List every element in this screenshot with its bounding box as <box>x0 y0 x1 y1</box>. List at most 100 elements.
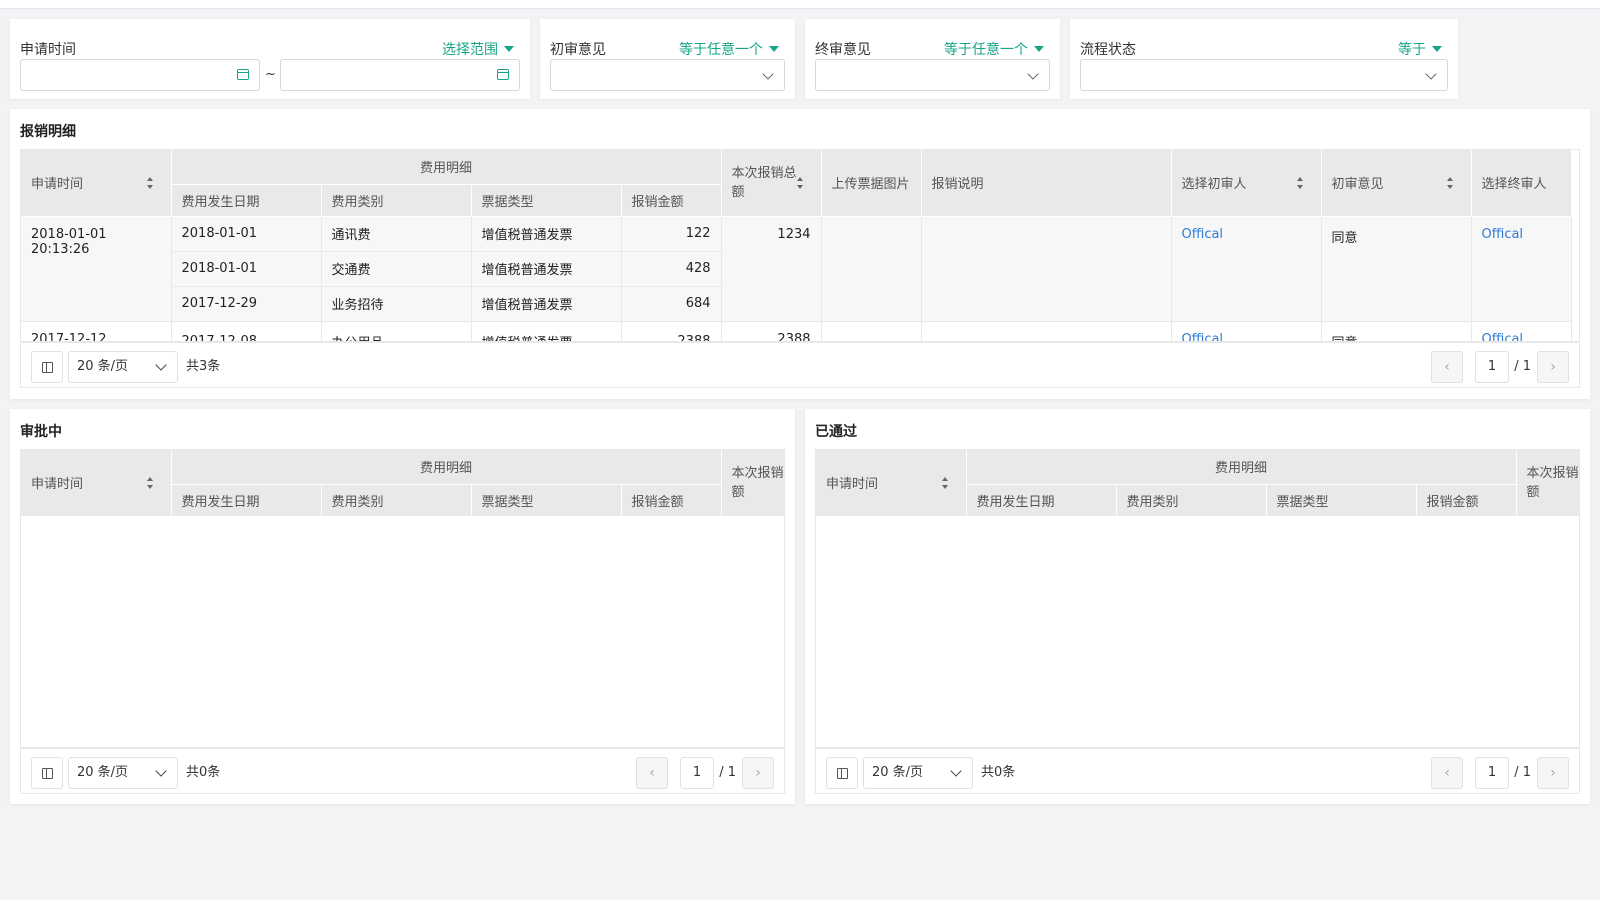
filter-label: 流程状态 <box>1080 42 1136 58</box>
col-final-reviewer: 选择终审人 <box>1471 150 1572 217</box>
sort-icon[interactable] <box>1296 176 1303 189</box>
column-settings-button[interactable] <box>826 757 858 789</box>
col-label: 本次报销额 <box>731 465 784 500</box>
sort-icon[interactable] <box>796 176 803 189</box>
col-label: 选择初审人 <box>1181 177 1247 193</box>
col-apply-time[interactable]: 申请时间 <box>816 450 967 517</box>
col-apply-time[interactable]: 申请时间 <box>21 450 172 517</box>
page-size-select[interactable]: 20 条/页 <box>863 757 973 789</box>
cell-final-reviewer-link[interactable]: Offical <box>1471 321 1572 341</box>
col-expense-type: 费用类别 <box>321 484 472 517</box>
approved-table-container[interactable]: 申请时间 费用明细 本次报销额 费用发生日期 费用类别 票据类型 报销金额 <box>815 449 1580 748</box>
filter-operator-dropdown[interactable]: 等于任意一个 <box>944 39 1044 59</box>
next-page-button[interactable]: › <box>1537 757 1569 789</box>
column-settings-button[interactable] <box>31 757 63 789</box>
cell-first-opinion: 同意 <box>1321 321 1472 341</box>
table-row[interactable]: 2018-01-01 20:13:26 2018-01-01 通讯费 增值税普通… <box>21 216 1572 322</box>
col-total[interactable]: 本次报销总额 <box>721 150 822 217</box>
cell-first-reviewer-link[interactable]: Offical <box>1171 321 1322 341</box>
col-label: 申请时间 <box>826 477 879 493</box>
filter-apply-time: 申请时间 选择范围 ~ <box>10 19 530 99</box>
col-expense-date: 费用发生日期 <box>966 484 1117 517</box>
section-title: 审批中 <box>20 424 62 440</box>
col-amount: 报销金额 <box>621 484 722 517</box>
filter-label: 申请时间 <box>20 42 76 58</box>
filter-process-status: 流程状态 等于 <box>1070 19 1458 99</box>
filter-operator-dropdown[interactable]: 选择范围 <box>442 39 514 59</box>
col-expense-detail: 费用明细 <box>966 450 1517 485</box>
page-size-label: 20 条/页 <box>872 765 924 780</box>
prev-page-button[interactable]: ‹ <box>1431 351 1463 383</box>
filter-operator-dropdown[interactable]: 等于任意一个 <box>679 39 779 59</box>
col-invoice-type: 票据类型 <box>1266 484 1417 517</box>
filter-operator-dropdown[interactable]: 等于 <box>1398 39 1442 59</box>
columns-icon <box>42 362 53 373</box>
col-apply-time[interactable]: 申请时间 <box>21 150 172 217</box>
cell-expense-type: 交通费 <box>321 251 472 287</box>
col-expense-type: 费用类别 <box>321 184 472 217</box>
col-invoice-type: 票据类型 <box>471 184 622 217</box>
caret-down-icon <box>504 46 514 52</box>
caret-down-icon <box>1432 46 1442 52</box>
chevron-left-icon: ‹ <box>649 765 655 781</box>
current-page-input[interactable]: 1 <box>1475 757 1509 789</box>
current-page-input[interactable]: 1 <box>680 757 714 789</box>
cell-expense-date: 2017-12-08 <box>171 321 322 341</box>
col-amount: 报销金额 <box>1416 484 1517 517</box>
table-row[interactable]: 2017-12-12 20:00:17 2017-12-08 办公用品 增值税普… <box>21 321 1572 341</box>
approved-panel: 已通过 申请时间 费用明细 本次报销额 费用发生日期 费用类别 票据类型 报销金… <box>805 409 1590 804</box>
cell-expense-date: 2017-12-29 <box>171 286 322 322</box>
filter-operator-label: 等于任意一个 <box>679 42 763 58</box>
caret-down-icon <box>769 46 779 52</box>
total-count: 共0条 <box>186 765 221 780</box>
chevron-down-icon <box>1027 68 1039 80</box>
col-label: 初审意见 <box>1331 177 1384 193</box>
cell-expense-type: 业务招待 <box>321 286 472 322</box>
start-date-input[interactable] <box>20 59 260 91</box>
col-first-opinion[interactable]: 初审意见 <box>1321 150 1472 217</box>
section-title: 报销明细 <box>20 124 76 140</box>
sort-icon[interactable] <box>1446 176 1453 189</box>
first-opinion-select[interactable] <box>550 59 785 91</box>
pending-panel: 审批中 申请时间 费用明细 本次报销额 费用发生日期 费用类别 票据类型 报销金… <box>10 409 795 804</box>
page-size-select[interactable]: 20 条/页 <box>68 757 178 789</box>
detail-table-container[interactable]: 申请时间 费用明细 本次报销总额 上传票据图片 报销说明 选择初审人 初审意见 … <box>20 149 1580 342</box>
calendar-icon[interactable] <box>237 69 249 80</box>
detail-table: 申请时间 费用明细 本次报销总额 上传票据图片 报销说明 选择初审人 初审意见 … <box>21 150 1572 341</box>
sort-icon[interactable] <box>941 476 948 489</box>
next-page-button[interactable]: › <box>742 757 774 789</box>
cell-expense-type: 通讯费 <box>321 216 472 252</box>
page-size-select[interactable]: 20 条/页 <box>68 351 178 383</box>
cell-final-reviewer-link[interactable]: Offical <box>1471 216 1572 322</box>
column-settings-button[interactable] <box>31 351 63 383</box>
col-expense-detail: 费用明细 <box>171 150 722 185</box>
process-status-select[interactable] <box>1080 59 1448 91</box>
detail-panel: 报销明细 申请时间 费用明细 本次报销总额 上传票据图片 报销说明 选择初审人 … <box>10 109 1590 399</box>
filter-label: 初审意见 <box>550 42 606 58</box>
col-amount: 报销金额 <box>621 184 722 217</box>
prev-page-button[interactable]: ‹ <box>636 757 668 789</box>
chevron-right-icon: › <box>755 765 761 781</box>
cell-first-reviewer-link[interactable]: Offical <box>1171 216 1322 322</box>
cell-expense-date: 2018-01-01 <box>171 216 322 252</box>
page-count: / 1 <box>1514 359 1531 374</box>
chevron-left-icon: ‹ <box>1444 359 1450 375</box>
total-count: 共3条 <box>186 359 221 374</box>
chevron-right-icon: › <box>1550 765 1556 781</box>
total-count: 共0条 <box>981 765 1016 780</box>
final-opinion-select[interactable] <box>815 59 1050 91</box>
col-first-reviewer[interactable]: 选择初审人 <box>1171 150 1322 217</box>
col-label: 申请时间 <box>31 177 84 193</box>
cell-apply-time: 2018-01-01 20:13:26 <box>21 216 172 322</box>
end-date-input[interactable] <box>280 59 520 91</box>
calendar-icon[interactable] <box>497 69 509 80</box>
sort-icon[interactable] <box>146 476 153 489</box>
current-page-input[interactable]: 1 <box>1475 351 1509 383</box>
cell-apply-time: 2017-12-12 20:00:17 <box>21 321 172 341</box>
sort-icon[interactable] <box>146 176 153 189</box>
cell-expense-date: 2018-01-01 <box>171 251 322 287</box>
next-page-button[interactable]: › <box>1537 351 1569 383</box>
prev-page-button[interactable]: ‹ <box>1431 757 1463 789</box>
pending-table-container[interactable]: 申请时间 费用明细 本次报销额 费用发生日期 费用类别 票据类型 报销金额 <box>20 449 785 748</box>
cell-invoice-type: 增值税普通发票 <box>471 286 622 322</box>
